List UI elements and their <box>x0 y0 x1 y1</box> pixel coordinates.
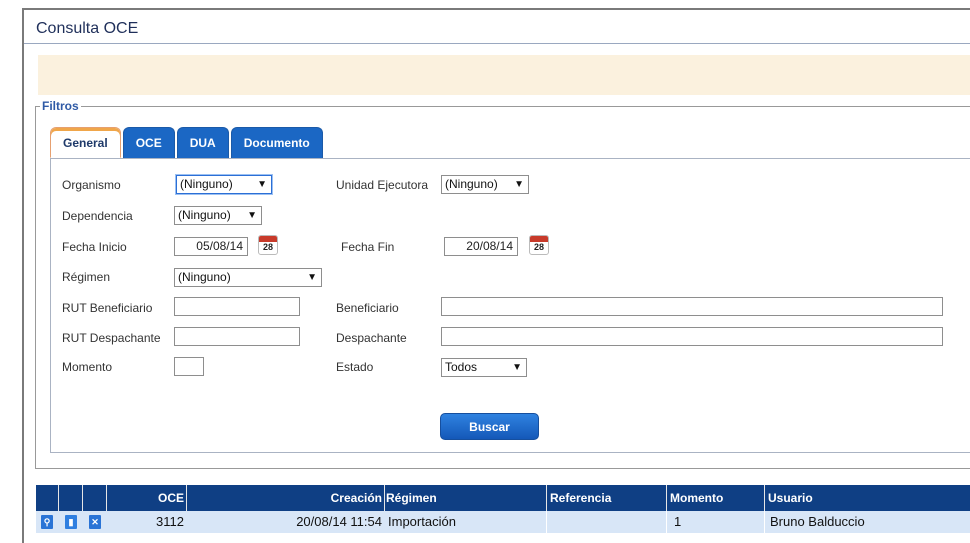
estado-select[interactable]: Todos ▼ <box>441 358 527 377</box>
filters-legend: Filtros <box>40 99 81 113</box>
rut-beneficiario-label: RUT Beneficiario <box>62 301 153 315</box>
cell-regimen: Importación <box>388 514 456 529</box>
tab-general[interactable]: General <box>50 127 121 158</box>
column-separator <box>546 485 547 511</box>
grid-header: OCE Creación Régimen Referencia Momento … <box>36 485 970 511</box>
fecha-inicio-label: Fecha Inicio <box>62 240 127 254</box>
document-icon[interactable]: ▮ <box>65 515 77 529</box>
dependencia-select[interactable]: (Ninguno) ▼ <box>174 206 262 225</box>
dropdown-arrow-icon: ▼ <box>257 179 267 190</box>
table-row[interactable]: ⚲ ▮ ✕ 3112 20/08/14 11:54 Importación 1 … <box>36 511 970 533</box>
dependencia-value: (Ninguno) <box>178 208 231 222</box>
regimen-value: (Ninguno) <box>178 270 231 284</box>
column-header-referencia[interactable]: Referencia <box>548 485 668 511</box>
view-icon[interactable]: ⚲ <box>41 515 53 529</box>
regimen-select[interactable]: (Ninguno) ▼ <box>174 268 322 287</box>
beneficiario-label: Beneficiario <box>336 301 399 315</box>
cell-creacion: 20/08/14 11:54 <box>296 514 382 529</box>
rut-beneficiario-input[interactable] <box>174 297 300 316</box>
dependencia-label: Dependencia <box>62 209 133 223</box>
fecha-fin-label: Fecha Fin <box>341 240 395 254</box>
page-title: Consulta OCE <box>36 20 139 37</box>
cell-referencia <box>548 511 666 533</box>
calendar-day: 28 <box>533 242 544 252</box>
column-separator <box>666 485 667 511</box>
unidad-ejecutora-select[interactable]: (Ninguno) ▼ <box>441 175 529 194</box>
unidad-ejecutora-value: (Ninguno) <box>445 177 498 191</box>
regimen-label: Régimen <box>62 270 111 284</box>
column-header-regimen[interactable]: Régimen <box>384 485 546 511</box>
fecha-inicio-input[interactable]: 05/08/14 <box>174 237 248 256</box>
dropdown-arrow-icon: ▼ <box>512 362 522 373</box>
column-separator <box>764 511 765 533</box>
fecha-fin-input[interactable]: 20/08/14 <box>444 237 518 256</box>
column-separator <box>82 485 83 511</box>
organismo-label: Organismo <box>62 178 121 192</box>
column-header-usuario[interactable]: Usuario <box>766 485 966 511</box>
column-header-momento[interactable]: Momento <box>668 485 764 511</box>
column-header-oce[interactable]: OCE <box>106 485 186 511</box>
tab-documento[interactable]: Documento <box>230 127 323 158</box>
column-separator <box>666 511 667 533</box>
calendar-icon[interactable]: 28 <box>529 235 549 255</box>
calendar-icon[interactable]: 28 <box>258 235 278 255</box>
search-button[interactable]: Buscar <box>440 413 539 440</box>
dropdown-arrow-icon: ▼ <box>514 179 524 190</box>
momento-label: Momento <box>62 360 113 374</box>
organismo-value: (Ninguno) <box>180 177 233 191</box>
rut-despachante-input[interactable] <box>174 327 300 346</box>
momento-input[interactable] <box>174 357 204 376</box>
estado-label: Estado <box>336 360 374 374</box>
beneficiario-input[interactable] <box>441 297 943 316</box>
filter-tabs: General OCE DUA Documento <box>50 127 325 158</box>
notice-bar <box>38 55 970 95</box>
tab-dua[interactable]: DUA <box>176 127 229 158</box>
rut-despachante-label: RUT Despachante <box>62 331 161 345</box>
column-header-creacion[interactable]: Creación <box>186 485 384 511</box>
column-separator <box>764 485 765 511</box>
cell-momento: 1 <box>674 514 682 529</box>
dropdown-arrow-icon: ▼ <box>247 210 257 221</box>
estado-value: Todos <box>445 360 478 374</box>
despachante-label: Despachante <box>336 331 407 345</box>
despachante-input[interactable] <box>441 327 943 346</box>
title-divider <box>24 43 970 44</box>
cell-usuario: Bruno Balduccio <box>770 514 865 529</box>
organismo-select[interactable]: (Ninguno) ▼ <box>176 175 272 194</box>
dropdown-arrow-icon: ▼ <box>307 272 317 283</box>
column-separator <box>546 511 547 533</box>
column-separator <box>58 485 59 511</box>
tab-oce[interactable]: OCE <box>122 127 175 158</box>
delete-icon[interactable]: ✕ <box>89 515 101 529</box>
calendar-day: 28 <box>262 242 273 252</box>
unidad-ejecutora-label: Unidad Ejecutora <box>336 178 429 192</box>
cell-oce: 3112 <box>156 514 184 529</box>
